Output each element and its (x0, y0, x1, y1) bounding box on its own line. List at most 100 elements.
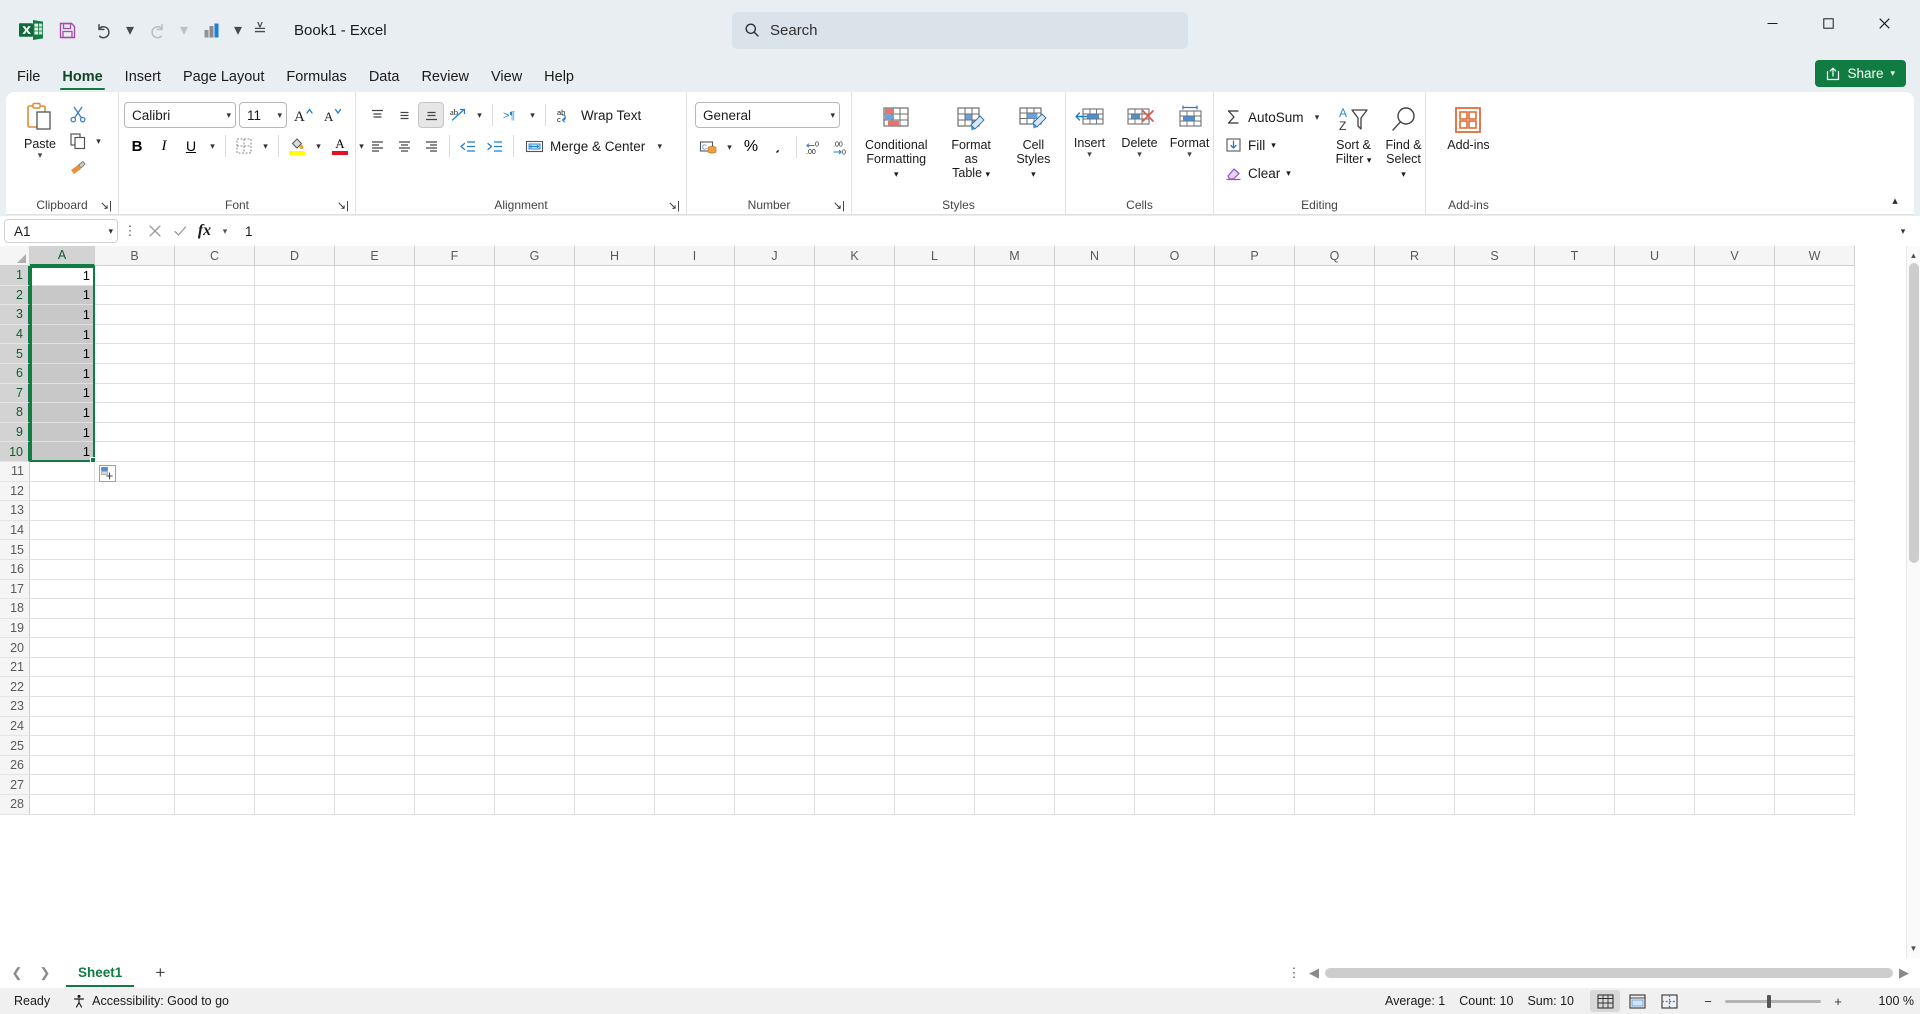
cell-g6[interactable] (495, 363, 575, 384)
fill-color-button[interactable] (284, 133, 310, 159)
cell-i27[interactable] (655, 775, 735, 796)
cell-r17[interactable] (1375, 579, 1455, 600)
cell-o10[interactable] (1135, 442, 1215, 462)
rtl-caret-icon[interactable]: ▾ (525, 102, 540, 128)
align-middle-button[interactable] (391, 102, 417, 128)
cell-v15[interactable] (1695, 540, 1775, 560)
cell-d3[interactable] (255, 305, 335, 325)
delete-cells-button[interactable]: Delete ▾ (1115, 102, 1165, 160)
row-header-5[interactable]: 5 (0, 344, 30, 364)
cell-t13[interactable] (1535, 501, 1615, 521)
cell-s23[interactable] (1455, 697, 1535, 717)
cell-u4[interactable] (1615, 324, 1695, 345)
cell-e17[interactable] (335, 579, 415, 600)
cell-o13[interactable] (1135, 501, 1215, 521)
cell-i16[interactable] (655, 559, 735, 580)
cell-t21[interactable] (1535, 657, 1615, 678)
cell-h13[interactable] (575, 501, 655, 521)
name-box[interactable]: A1 ▾ (4, 219, 118, 243)
cell-o23[interactable] (1135, 697, 1215, 717)
autofill-options-button[interactable] (99, 465, 116, 482)
cell-o17[interactable] (1135, 579, 1215, 600)
cell-s16[interactable] (1455, 559, 1535, 580)
cell-b12[interactable] (95, 481, 175, 502)
cell-d24[interactable] (255, 716, 335, 737)
increase-indent-button[interactable] (482, 133, 508, 159)
cell-j10[interactable] (735, 442, 815, 462)
cell-s22[interactable] (1455, 677, 1535, 698)
cell-u1[interactable] (1615, 266, 1695, 286)
column-header-l[interactable]: L (895, 246, 975, 266)
row-header-8[interactable]: 8 (0, 403, 30, 423)
cell-c18[interactable] (175, 599, 255, 619)
cell-f28[interactable] (415, 795, 495, 815)
cell-d22[interactable] (255, 677, 335, 698)
cell-p16[interactable] (1215, 559, 1295, 580)
copy-caret-icon[interactable]: ▾ (91, 128, 106, 154)
clear-button[interactable]: Clear ▾ (1219, 160, 1325, 186)
cell-m18[interactable] (975, 599, 1055, 619)
cell-c22[interactable] (175, 677, 255, 698)
cell-q11[interactable] (1295, 461, 1375, 482)
cell-w9[interactable] (1775, 422, 1855, 443)
cell-s14[interactable] (1455, 520, 1535, 541)
cell-v9[interactable] (1695, 422, 1775, 443)
cell-f10[interactable] (415, 442, 495, 462)
cell-m22[interactable] (975, 677, 1055, 698)
fill-handle[interactable] (90, 457, 96, 463)
cell-e13[interactable] (335, 501, 415, 521)
cell-s5[interactable] (1455, 344, 1535, 364)
cell-m15[interactable] (975, 540, 1055, 560)
cell-h23[interactable] (575, 697, 655, 717)
cell-k8[interactable] (815, 403, 895, 423)
cell-n14[interactable] (1055, 520, 1135, 541)
cell-u13[interactable] (1615, 501, 1695, 521)
cell-i9[interactable] (655, 422, 735, 443)
cell-q23[interactable] (1295, 697, 1375, 717)
cell-t16[interactable] (1535, 559, 1615, 580)
row-header-10[interactable]: 10 (0, 442, 30, 462)
function-dropdown-icon[interactable]: ▾ (217, 219, 233, 243)
column-header-h[interactable]: H (575, 246, 655, 266)
cell-u20[interactable] (1615, 638, 1695, 658)
cell-u12[interactable] (1615, 481, 1695, 502)
cell-i22[interactable] (655, 677, 735, 698)
tab-formulas[interactable]: Formulas (275, 65, 357, 92)
search-input[interactable]: Search (732, 11, 1188, 49)
row-header-18[interactable]: 18 (0, 599, 30, 619)
cell-n7[interactable] (1055, 383, 1135, 404)
cell-b4[interactable] (95, 324, 175, 345)
cell-m12[interactable] (975, 481, 1055, 502)
zoom-slider[interactable] (1725, 994, 1821, 1008)
cell-l6[interactable] (895, 363, 975, 384)
cell-v8[interactable] (1695, 403, 1775, 423)
cell-f16[interactable] (415, 559, 495, 580)
cell-v16[interactable] (1695, 559, 1775, 580)
cell-c14[interactable] (175, 520, 255, 541)
cell-h27[interactable] (575, 775, 655, 796)
cell-o6[interactable] (1135, 363, 1215, 384)
cell-f11[interactable] (415, 461, 495, 482)
cell-a2[interactable]: 1 (30, 285, 95, 306)
zoom-slider-thumb[interactable] (1767, 994, 1771, 1008)
merge-center-caret-icon[interactable]: ▾ (652, 133, 667, 159)
select-all-button[interactable] (0, 246, 30, 266)
cell-k27[interactable] (815, 775, 895, 796)
cell-n12[interactable] (1055, 481, 1135, 502)
cell-s9[interactable] (1455, 422, 1535, 443)
minimize-button[interactable] (1744, 0, 1800, 46)
row-header-25[interactable]: 25 (0, 736, 30, 756)
cell-l9[interactable] (895, 422, 975, 443)
cell-m1[interactable] (975, 266, 1055, 286)
cell-w25[interactable] (1775, 736, 1855, 756)
increase-decimal-button[interactable]: 0 .00 (802, 134, 828, 160)
cell-i13[interactable] (655, 501, 735, 521)
cell-r21[interactable] (1375, 657, 1455, 678)
cell-r23[interactable] (1375, 697, 1455, 717)
cell-f14[interactable] (415, 520, 495, 541)
cell-i20[interactable] (655, 638, 735, 658)
cell-w12[interactable] (1775, 481, 1855, 502)
cell-w15[interactable] (1775, 540, 1855, 560)
cell-t26[interactable] (1535, 755, 1615, 776)
cell-s24[interactable] (1455, 716, 1535, 737)
